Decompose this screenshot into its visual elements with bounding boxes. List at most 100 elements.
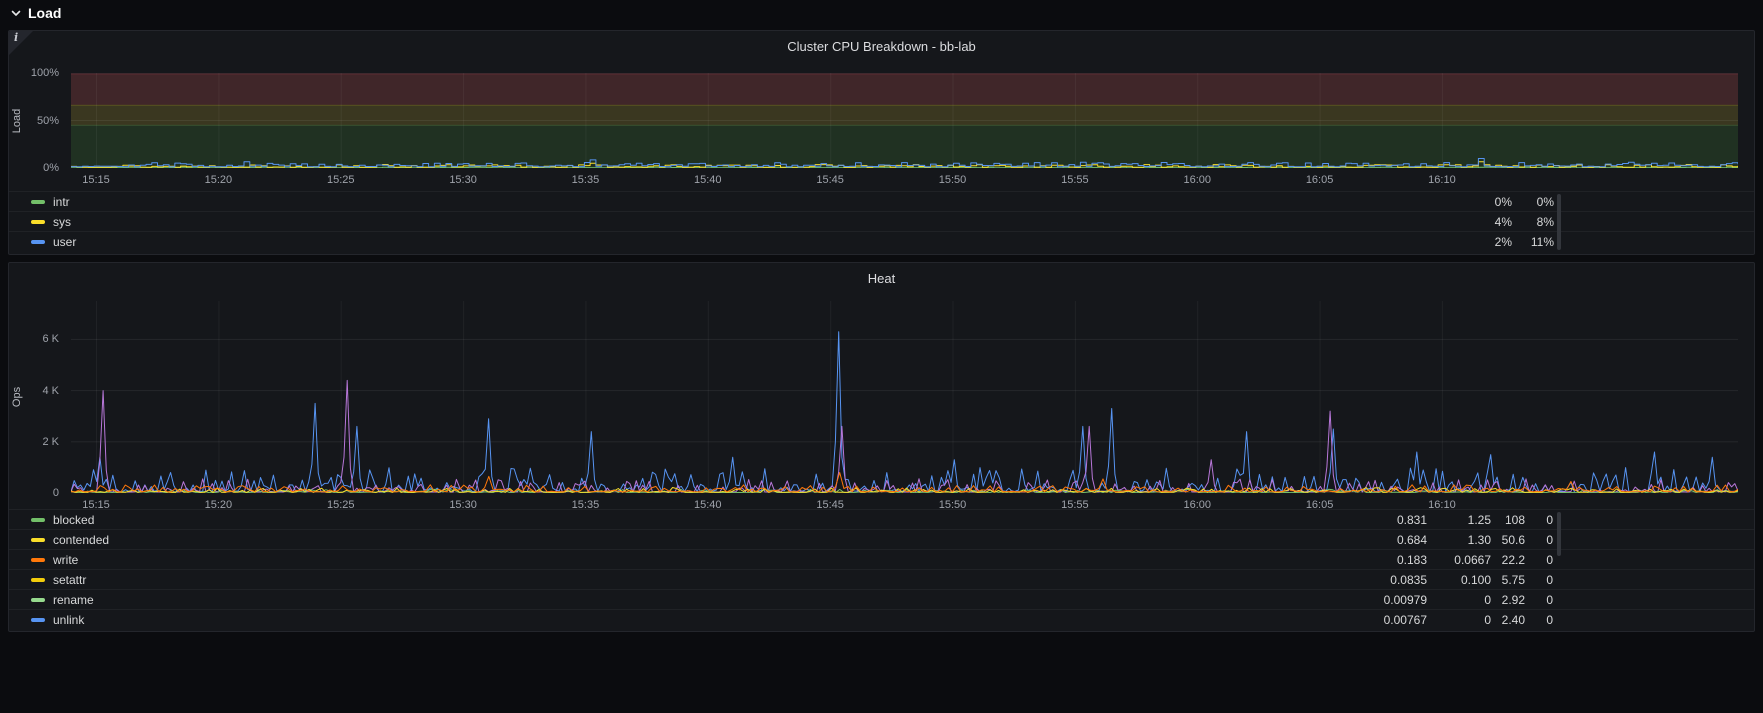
legend-values: 0% 0% xyxy=(1452,195,1754,209)
legend-row[interactable]: unlink 0.00767 0 2.40 0 xyxy=(9,609,1754,629)
legend-value: 0 xyxy=(1546,552,1553,567)
legend-row[interactable]: user 2% 11% xyxy=(9,231,1754,251)
legend-values: 0.0835 0.100 5.75 0 xyxy=(1343,573,1754,587)
legend-value: 108 xyxy=(1504,512,1525,527)
legend-color-marker xyxy=(31,597,45,602)
legend-value: 0.0835 xyxy=(1390,572,1427,587)
legend-value: 0 xyxy=(1546,572,1553,587)
legend-color-marker xyxy=(31,537,45,542)
y-tick-label: 0% xyxy=(43,162,59,174)
x-tick-label: 15:45 xyxy=(816,174,844,186)
x-tick-label: 15:40 xyxy=(694,174,722,186)
y-tick-label: 2 K xyxy=(42,435,59,448)
legend-row[interactable]: blocked 0.831 1.25 108 0 xyxy=(9,509,1754,529)
legend-value: 0 xyxy=(1546,612,1553,627)
legend-color-marker xyxy=(31,239,45,244)
legend-row[interactable]: intr 0% 0% xyxy=(9,191,1754,211)
legend-values: 2% 11% xyxy=(1452,235,1754,249)
legend-value: 8% xyxy=(1536,214,1554,229)
legend-scrollbar[interactable] xyxy=(1557,512,1561,556)
legend-value: 0.100 xyxy=(1460,572,1491,587)
legend-value: 1.30 xyxy=(1467,532,1491,547)
legend-value: 0 xyxy=(1546,592,1553,607)
legend-value: 5.75 xyxy=(1501,572,1525,587)
panel-cluster-cpu-breakdown: i Cluster CPU Breakdown - bb-lab Load 10… xyxy=(8,30,1755,255)
legend-value: 2% xyxy=(1494,234,1512,249)
legend-scrollbar[interactable] xyxy=(1557,194,1561,250)
panel-heat: Heat Ops 6 K4 K2 K0 15:15 15:20 15:25 15:30… xyxy=(8,262,1755,632)
legend-values: 0.831 1.25 108 0 xyxy=(1343,513,1754,527)
legend-color-marker xyxy=(31,517,45,522)
chart-plot-area[interactable] xyxy=(71,73,1738,168)
legend-color-marker xyxy=(31,577,45,582)
chart-plot-area[interactable] xyxy=(71,301,1738,493)
legend-row[interactable]: write 0.183 0.0667 22.2 0 xyxy=(9,549,1754,569)
x-tick-label: 15:25 xyxy=(326,174,355,186)
panel-info-icon[interactable]: i xyxy=(9,31,33,55)
legend-value: 0.684 xyxy=(1396,532,1427,547)
legend-value: 2.92 xyxy=(1501,592,1525,607)
legend-value: 0.0667 xyxy=(1454,552,1491,567)
x-axis: 15:15 15:20 15:25 15:30 15:35 15:40 15:45 15:50… xyxy=(71,174,1738,188)
legend-value: 2.40 xyxy=(1501,612,1525,627)
legend-color-marker xyxy=(31,557,45,562)
x-tick-label: 15:20 xyxy=(204,174,233,186)
legend-value: 0.00767 xyxy=(1383,612,1427,627)
legend-value: 0.00979 xyxy=(1383,592,1427,607)
legend-value: 0 xyxy=(1546,512,1553,527)
legend-value: 0.831 xyxy=(1396,512,1427,527)
legend: blocked 0.831 1.25 108 0 contended 0.684 1.30 50… xyxy=(9,509,1754,629)
x-tick-label: 15:15 xyxy=(82,174,110,186)
legend-color-marker xyxy=(31,199,45,204)
legend-values: 0.183 0.0667 22.2 0 xyxy=(1343,553,1754,567)
legend-series-label[interactable]: unlink xyxy=(53,613,84,627)
row-title: Load xyxy=(28,5,62,21)
series-line-violet xyxy=(71,379,1738,493)
chevron-down-icon xyxy=(11,10,21,16)
legend-value: 0.183 xyxy=(1396,552,1427,567)
panel-title[interactable]: Heat xyxy=(9,263,1754,293)
legend-value: 0% xyxy=(1536,194,1554,209)
legend-value: 0 xyxy=(1546,532,1553,547)
legend-value: 11% xyxy=(1530,234,1554,249)
legend-row[interactable]: sys 4% 8% xyxy=(9,211,1754,231)
legend-series-label[interactable]: rename xyxy=(53,593,94,607)
chart-canvas[interactable] xyxy=(71,301,1738,493)
legend-value: 22.2 xyxy=(1501,552,1525,567)
legend-series-label[interactable]: intr xyxy=(53,195,70,209)
legend-values: 0.00979 0 2.92 0 xyxy=(1343,593,1754,607)
legend-series-label[interactable]: setattr xyxy=(53,573,86,587)
legend-value: 50.6 xyxy=(1501,532,1525,547)
x-tick-label: 16:05 xyxy=(1305,174,1334,186)
series-line-unlink xyxy=(71,331,1738,492)
legend-value: 4% xyxy=(1494,214,1512,229)
y-axis: 100% 50% 0% xyxy=(9,67,65,174)
legend-value: 0 xyxy=(1484,612,1491,627)
legend: intr 0% 0% sys 4% 8% user 2% 11% xyxy=(9,191,1754,251)
y-tick-label: 50% xyxy=(36,114,59,127)
y-tick-label: 100% xyxy=(30,67,59,79)
x-tick-label: 15:50 xyxy=(938,174,967,186)
legend-color-marker xyxy=(31,219,45,224)
row-header-load[interactable]: Load xyxy=(0,0,71,26)
legend-row[interactable]: rename 0.00979 0 2.92 0 xyxy=(9,589,1754,609)
legend-series-label[interactable]: write xyxy=(53,553,78,567)
legend-value: 0 xyxy=(1484,592,1491,607)
legend-row[interactable]: contended 0.684 1.30 50.6 0 xyxy=(9,529,1754,549)
legend-values: 0.00767 0 2.40 0 xyxy=(1343,613,1754,627)
legend-row[interactable]: setattr 0.0835 0.100 5.75 0 xyxy=(9,569,1754,589)
x-tick-label: 15:35 xyxy=(571,174,600,186)
legend-series-label[interactable]: sys xyxy=(53,215,71,229)
y-tick-label: 4 K xyxy=(42,384,59,397)
legend-value: 0% xyxy=(1494,194,1512,209)
legend-series-label[interactable]: blocked xyxy=(53,513,94,527)
panel-title[interactable]: Cluster CPU Breakdown - bb-lab xyxy=(9,31,1754,61)
chart-canvas[interactable] xyxy=(71,73,1738,168)
legend-value: 1.25 xyxy=(1467,512,1491,527)
y-axis: 6 K 4 K 2 K 0 xyxy=(9,301,65,499)
x-tick-label: 15:55 xyxy=(1061,174,1089,186)
legend-series-label[interactable]: user xyxy=(53,235,76,249)
x-tick-label: 15:30 xyxy=(449,174,477,186)
legend-series-label[interactable]: contended xyxy=(53,533,109,547)
y-tick-label: 0 xyxy=(52,487,59,499)
